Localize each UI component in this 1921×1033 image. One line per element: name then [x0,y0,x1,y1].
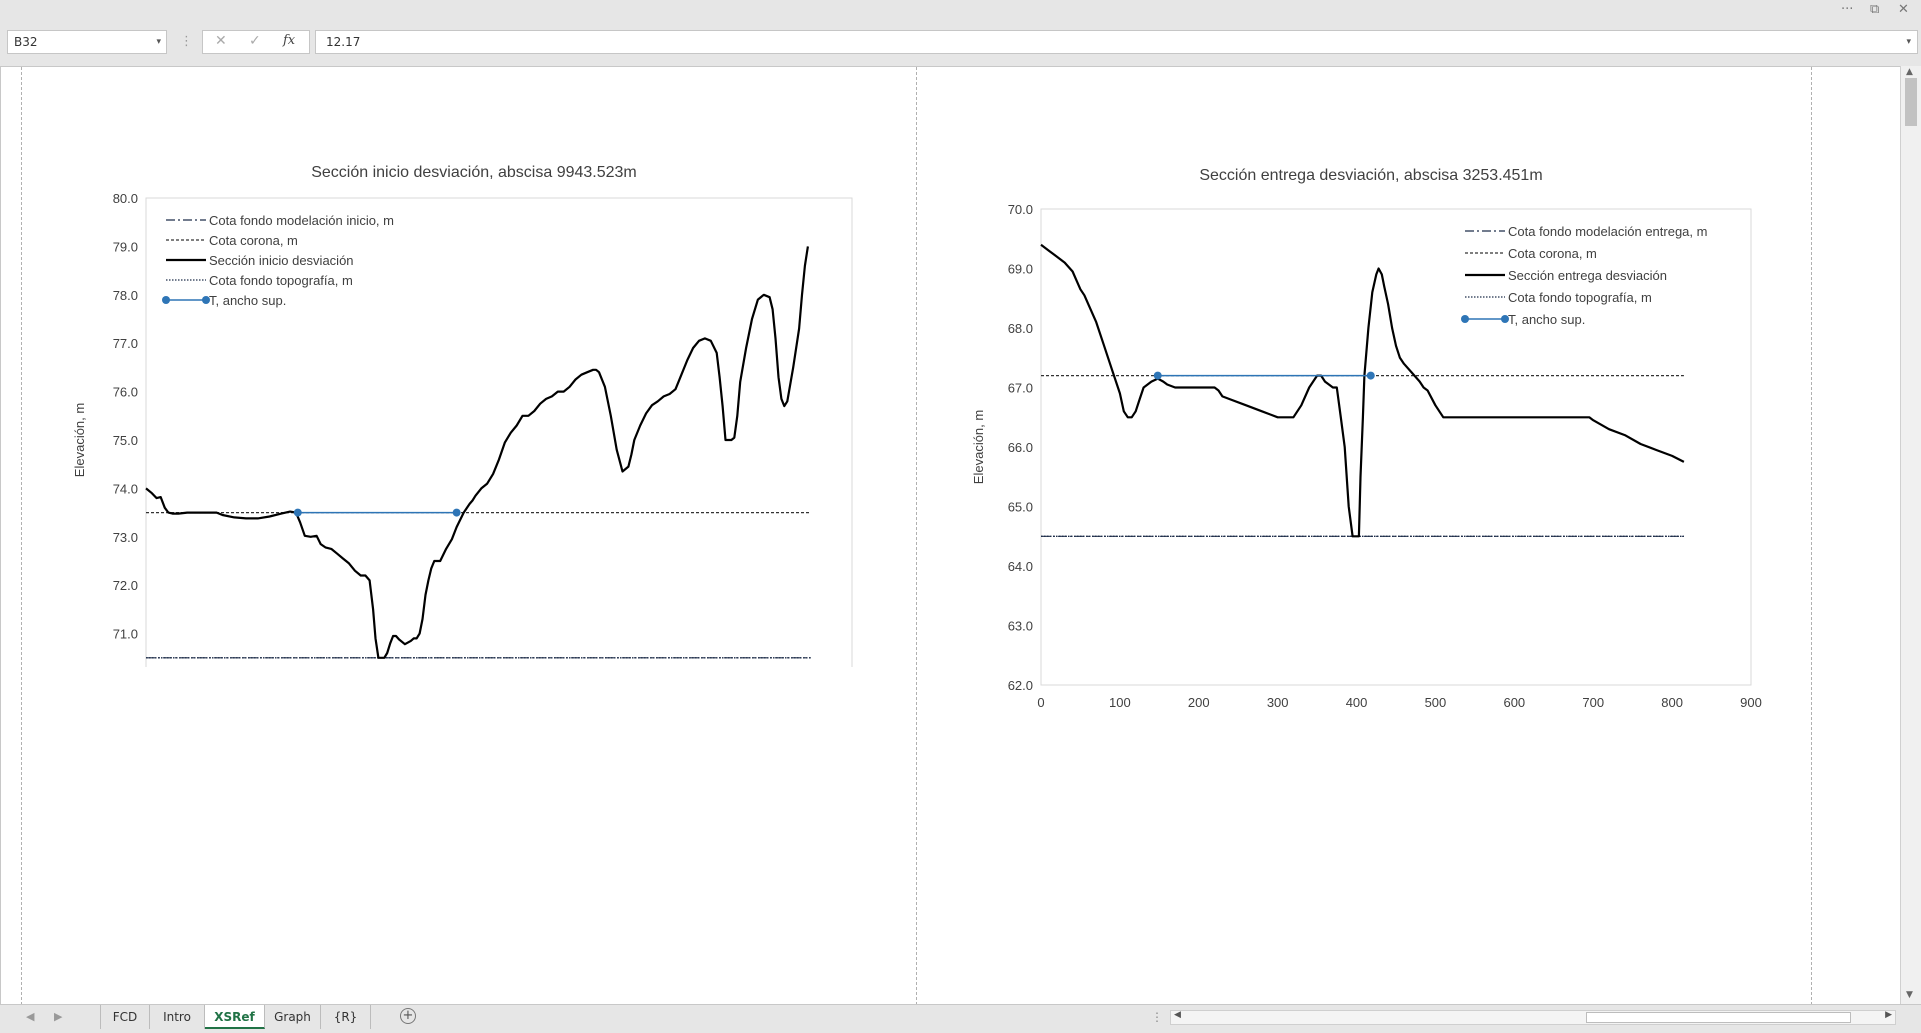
legend-label: Cota fondo modelación inicio, m [209,213,394,228]
ancho-sup-point [1366,371,1375,380]
y-axis-label: Elevación, m [971,410,986,484]
y-tick-label: 79.0 [113,239,138,254]
tab-r[interactable]: {R} [321,1005,371,1029]
y-tick-label: 78.0 [113,288,138,303]
x-tick-label: 900 [1740,695,1762,707]
legend-label: Cota fondo topografía, m [209,273,353,288]
more-options-icon[interactable]: ··· [1841,2,1853,17]
y-tick-label: 71.0 [113,627,138,642]
chart-title: Sección entrega desviación, abscisa 3253… [1199,167,1542,184]
section-line [145,246,809,659]
legend-label: Cota corona, m [1508,246,1597,261]
y-tick-label: 68.0 [1008,321,1033,336]
vertical-scroll-thumb[interactable] [1905,78,1917,126]
x-tick-label: 300 [1267,695,1289,707]
cancel-icon[interactable]: ✕ [215,33,227,49]
y-tick-label: 76.0 [113,385,138,400]
page-break-line [916,67,917,1005]
formula-bar-separator[interactable]: ⋮ [180,34,193,49]
tab-next-icon[interactable]: ▶ [54,1010,62,1023]
formula-bar: B32 ▾ ⋮ ✕ ✓ fx 12.17 ▾ [0,24,1921,64]
x-tick-label: 500 [1425,695,1447,707]
vertical-scrollbar[interactable]: ▲ ▼ [1900,66,1921,1004]
y-tick-label: 75.0 [113,433,138,448]
insert-function-icon[interactable]: fx [283,33,295,48]
enter-icon[interactable]: ✓ [249,33,261,49]
y-tick-label: 77.0 [113,336,138,351]
x-tick-label: 100 [1109,695,1131,707]
tab-intro[interactable]: Intro [150,1005,205,1029]
y-axis-label: Elevación, m [72,403,87,477]
ancho-sup-point [452,508,461,517]
legend-label: Cota fondo modelación entrega, m [1508,224,1707,239]
scroll-right-icon[interactable]: ▶ [1885,1010,1892,1020]
title-strip: ··· ⧉ ✕ [0,0,1921,24]
chart-title: Sección inicio desviación, abscisa 9943.… [311,164,637,181]
y-tick-label: 62.0 [1008,678,1033,693]
y-tick-label: 72.0 [113,578,138,593]
legend-label: Cota corona, m [209,233,298,248]
legend-label: T, ancho sup. [209,293,286,308]
y-tick-label: 67.0 [1008,381,1033,396]
split-handle-icon[interactable]: ⋮ [1151,1010,1163,1024]
page-break-line [1811,67,1812,1005]
x-tick-label: 200 [1188,695,1210,707]
add-sheet-button[interactable]: + [400,1008,416,1024]
formula-buttons: ✕ ✓ fx [202,30,310,54]
y-tick-label: 73.0 [113,530,138,545]
y-tick-label: 80.0 [113,191,138,206]
tab-fcd[interactable]: FCD [100,1005,150,1029]
scroll-down-icon[interactable]: ▼ [1906,990,1913,1000]
restore-icon[interactable]: ⧉ [1870,2,1879,17]
chart-entrega[interactable]: Sección entrega desviación, abscisa 3253… [951,107,1781,707]
horizontal-scrollbar[interactable]: ◀ ▶ [1170,1010,1896,1025]
section-line [1040,243,1685,538]
x-tick-label: 700 [1582,695,1604,707]
y-tick-label: 65.0 [1008,500,1033,515]
close-icon[interactable]: ✕ [1898,2,1909,17]
tab-xsref[interactable]: XSRef [205,1005,265,1029]
legend-marker [162,296,170,304]
plot-area [145,197,853,667]
y-tick-label: 70.0 [1008,202,1033,217]
tab-prev-icon[interactable]: ◀ [26,1010,34,1023]
name-box-dropdown-icon[interactable]: ▾ [156,31,161,53]
legend-label: Sección entrega desviación [1508,268,1667,283]
sheet-tab-bar: ◀ ▶ FCD Intro XSRef Graph {R} + ⋮ ◀ ▶ [0,1004,1921,1033]
worksheet-area[interactable]: Sección inicio desviación, abscisa 9943.… [0,66,1900,1005]
legend-label: Sección inicio desviación [209,253,354,268]
name-box[interactable]: B32 ▾ [7,30,167,54]
name-box-value: B32 [14,35,38,49]
ancho-sup-point [293,508,302,517]
horizontal-scroll-thumb[interactable] [1586,1012,1851,1023]
x-tick-label: 600 [1503,695,1525,707]
legend-label: Cota fondo topografía, m [1508,290,1652,305]
y-tick-label: 74.0 [113,481,138,496]
formula-value: 12.17 [326,35,361,49]
scroll-left-icon[interactable]: ◀ [1174,1010,1181,1020]
ancho-sup-point [1153,371,1162,380]
page-break-line [21,67,22,1005]
y-tick-label: 69.0 [1008,262,1033,277]
x-tick-label: 0 [1037,695,1044,707]
y-tick-label: 63.0 [1008,619,1033,634]
legend-marker [1461,315,1469,323]
x-tick-label: 400 [1346,695,1368,707]
chart-inicio[interactable]: Sección inicio desviación, abscisa 9943.… [56,107,886,667]
tab-graph[interactable]: Graph [265,1005,321,1029]
legend-label: T, ancho sup. [1508,312,1585,327]
y-tick-label: 66.0 [1008,440,1033,455]
x-tick-label: 800 [1661,695,1683,707]
expand-formula-icon[interactable]: ▾ [1906,31,1911,53]
scroll-up-icon[interactable]: ▲ [1906,67,1913,77]
formula-input[interactable]: 12.17 ▾ [315,30,1918,54]
y-tick-label: 64.0 [1008,559,1033,574]
